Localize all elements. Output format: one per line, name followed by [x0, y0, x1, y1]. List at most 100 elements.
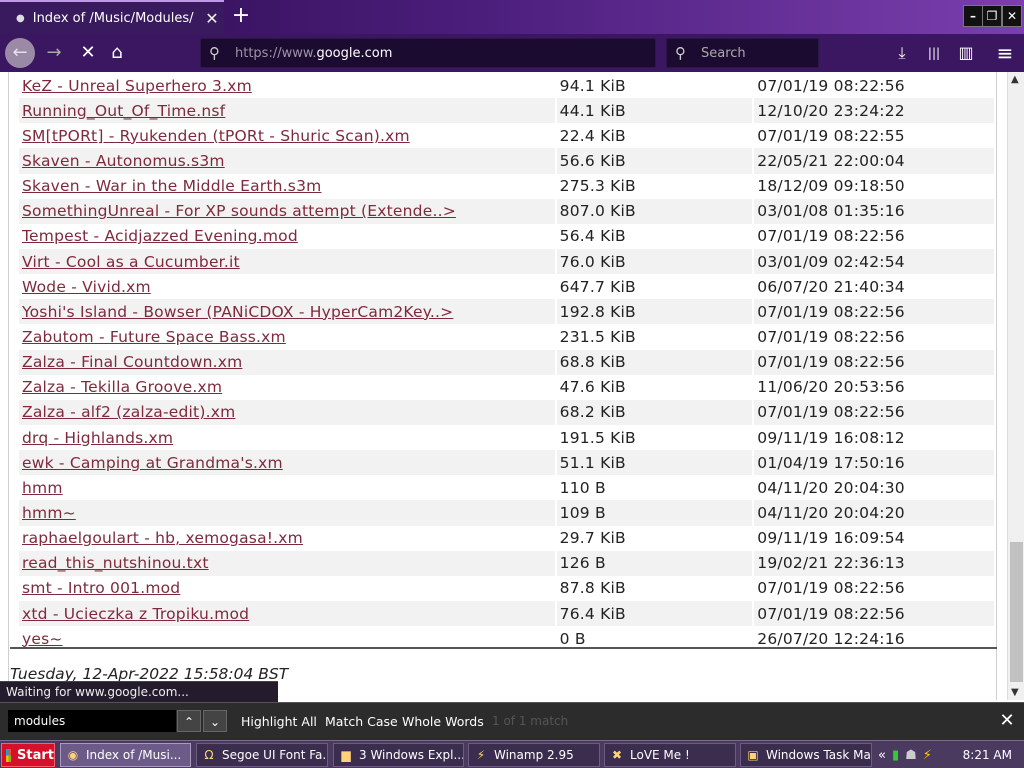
whole-words-toggle[interactable]: Whole Words — [402, 714, 484, 729]
tray-expand-icon[interactable]: « — [878, 748, 886, 763]
scroll-down-icon[interactable]: ▼ — [1011, 687, 1019, 698]
file-link[interactable]: Zalza - alf2 (zalza-edit).xm — [22, 403, 235, 421]
file-link[interactable]: Zalza - Final Countdown.xm — [22, 353, 242, 371]
find-close-icon[interactable]: ✕ — [998, 710, 1016, 731]
tab-index-modules[interactable]: ● Index of /Music/Modules/ ✕ — [0, 0, 224, 34]
file-size-cell: 68.2 KiB — [556, 399, 753, 425]
stop-button[interactable]: ✕ — [74, 39, 102, 67]
url-host-dim: www. — [281, 45, 317, 61]
file-link[interactable]: Wode - Vivid.xm — [22, 278, 151, 296]
file-date-cell: 12/10/20 23:24:22 — [754, 98, 994, 124]
file-link[interactable]: xtd - Ucieczka z Tropiku.mod — [22, 605, 249, 623]
url-text: https://www.google.com — [235, 46, 392, 61]
task-xm-player[interactable]: ✖ LoVE Me ! — [604, 743, 736, 767]
file-link[interactable]: KeZ - Unreal Superhero 3.xm — [22, 77, 252, 95]
scroll-up-icon[interactable]: ▲ — [1011, 74, 1019, 85]
file-name-cell: Zalza - Tekilla Groove.xm — [19, 375, 555, 400]
file-name-cell: Yoshi's Island - Bowser (PANiCDOX - Hype… — [19, 299, 555, 325]
file-size-cell: 51.1 KiB — [556, 450, 753, 476]
task-firefox[interactable]: ◉ Index of /Musi... — [60, 743, 191, 767]
library-icon[interactable]: ||| — [921, 40, 947, 66]
file-date-cell: 07/01/19 08:22:56 — [754, 600, 994, 627]
sidebar-icon[interactable]: ▥ — [953, 40, 979, 66]
download-icon[interactable]: ⤓ — [889, 40, 915, 66]
task-segoe-font[interactable]: Ω Segoe UI Font Fa... — [196, 743, 328, 767]
file-date-cell: 01/04/19 17:50:16 — [754, 450, 994, 476]
file-name-cell: drq - Highlands.xm — [19, 425, 555, 450]
find-previous-button[interactable]: ⌃ — [177, 710, 201, 732]
home-button[interactable]: ⌂ — [103, 39, 131, 67]
file-link[interactable]: read_this_nutshinou.txt — [22, 554, 209, 572]
close-window-button[interactable]: ✕ — [1002, 5, 1022, 27]
file-link[interactable]: drq - Highlands.xm — [22, 429, 173, 447]
file-link[interactable]: Zalza - Tekilla Groove.xm — [22, 378, 222, 396]
highlight-all-toggle[interactable]: Highlight All — [241, 714, 317, 729]
winamp-tray-icon[interactable]: ⚡ — [923, 748, 932, 763]
restore-button[interactable]: ❐ — [982, 5, 1002, 27]
find-input[interactable]: modules — [8, 710, 176, 732]
file-size-cell: 76.0 KiB — [556, 248, 753, 275]
tab-title: Index of /Music/Modules/ — [32, 10, 194, 26]
table-row: KeZ - Unreal Superhero 3.xm 94.1 KiB 07/01… — [19, 73, 994, 98]
file-link[interactable]: hmm — [22, 479, 63, 497]
table-row: Yoshi's Island - Bowser (PANiCDOX - Hype… — [19, 299, 994, 325]
task-winamp[interactable]: ⚡ Winamp 2.95 — [468, 743, 600, 767]
start-button[interactable]: Start — [1, 743, 55, 767]
task-label: Index of /Musi... — [86, 748, 182, 762]
network-icon[interactable]: ☗ — [905, 748, 917, 763]
file-date-cell: 04/11/20 20:04:30 — [757, 478, 905, 497]
table-row: smt - Intro 001.mod 87.8 KiB 07/01/19 08:2… — [19, 576, 994, 601]
search-icon: ⚲ — [675, 44, 686, 62]
match-case-toggle[interactable]: Match Case — [325, 714, 398, 729]
file-link[interactable]: Skaven - Autonomus.s3m — [22, 152, 225, 170]
task-label: Windows Task Ma... — [766, 748, 872, 762]
menu-icon[interactable]: ≡ — [992, 40, 1018, 66]
new-tab-button[interactable]: + — [230, 4, 252, 28]
file-link[interactable]: hmm~ — [22, 504, 76, 522]
task-explorer[interactable]: ▆ 3 Windows Expl... — [333, 743, 464, 767]
file-link[interactable]: Skaven - War in the Middle Earth.s3m — [22, 177, 321, 195]
file-link[interactable]: raphaelgoulart - hb, xemogasa!.xm — [22, 529, 303, 547]
scroll-thumb[interactable] — [1010, 542, 1023, 682]
table-row: read_this_nutshinou.txt 126 B 19/02/21 22:… — [19, 550, 994, 576]
status-text: Waiting for www.google.com... — [0, 681, 278, 702]
table-row: xtd - Ucieczka z Tropiku.mod 76.4 KiB 07/0… — [19, 600, 994, 627]
search-placeholder: Search — [701, 45, 746, 61]
file-link[interactable]: Running_Out_Of_Time.nsf — [22, 102, 225, 120]
file-name-cell: Tempest - Acidjazzed Evening.mod — [19, 224, 555, 249]
file-link[interactable]: ewk - Camping at Grandma's.xm — [22, 454, 283, 472]
file-link[interactable]: SomethingUnreal - For XP sounds attempt … — [22, 202, 456, 220]
file-link[interactable]: Virt - Cool as a Cucumber.it — [22, 253, 240, 271]
file-name-cell: SM[tPORt] - Ryukenden (tPORt - Shuric Sc… — [19, 123, 555, 148]
file-date-cell: 06/07/20 21:40:34 — [757, 277, 905, 296]
file-link[interactable]: Yoshi's Island - Bowser (PANiCDOX - Hype… — [22, 303, 453, 321]
table-row: Zalza - Final Countdown.xm 68.8 KiB 07/01/… — [19, 349, 994, 375]
file-link[interactable]: SM[tPORt] - Ryukenden (tPORt - Shuric Sc… — [22, 127, 410, 145]
file-link[interactable]: Tempest - Acidjazzed Evening.mod — [22, 227, 298, 245]
file-size-cell: 191.5 KiB — [559, 428, 636, 447]
vertical-scrollbar[interactable]: ▲ ▼ — [1007, 72, 1024, 700]
file-link[interactable]: Zabutom - Future Space Bass.xm — [22, 328, 286, 346]
url-bar[interactable]: ⚲ https://www.google.com — [200, 38, 656, 68]
file-name-cell: Skaven - War in the Middle Earth.s3m — [19, 174, 555, 199]
url-prefix: https:// — [235, 45, 282, 61]
loading-dot-icon: ● — [16, 12, 25, 24]
tab-close-icon[interactable]: ✕ — [200, 9, 224, 28]
minimize-button[interactable]: – — [963, 5, 983, 27]
table-row: hmm 110 B 04/11/20 20:04:30 — [19, 475, 994, 500]
performance-icon[interactable]: ▮ — [892, 748, 899, 763]
table-row: hmm~ 109 B 04/11/20 20:04:20 — [19, 500, 994, 526]
table-row: ewk - Camping at Grandma's.xm 51.1 KiB 01/… — [19, 450, 994, 476]
forward-button[interactable]: → — [40, 39, 68, 67]
tab-strip: ● Index of /Music/Modules/ ✕ + – ❐ ✕ — [0, 0, 1024, 34]
back-button[interactable]: ← — [5, 38, 35, 68]
task-task-manager[interactable]: ▣ Windows Task Ma... — [740, 743, 872, 767]
file-date-cell: 19/02/21 22:36:13 — [754, 550, 994, 576]
table-row: Zabutom - Future Space Bass.xm 231.5 KiB 0… — [19, 324, 994, 349]
search-input[interactable]: ⚲ Search — [666, 38, 819, 68]
file-name-cell: xtd - Ucieczka z Tropiku.mod — [19, 600, 555, 627]
file-link[interactable]: smt - Intro 001.mod — [22, 579, 180, 597]
find-next-button[interactable]: ⌄ — [203, 710, 227, 732]
clock: 8:21 AM — [962, 748, 1012, 762]
file-link[interactable]: yes~ — [22, 630, 63, 648]
